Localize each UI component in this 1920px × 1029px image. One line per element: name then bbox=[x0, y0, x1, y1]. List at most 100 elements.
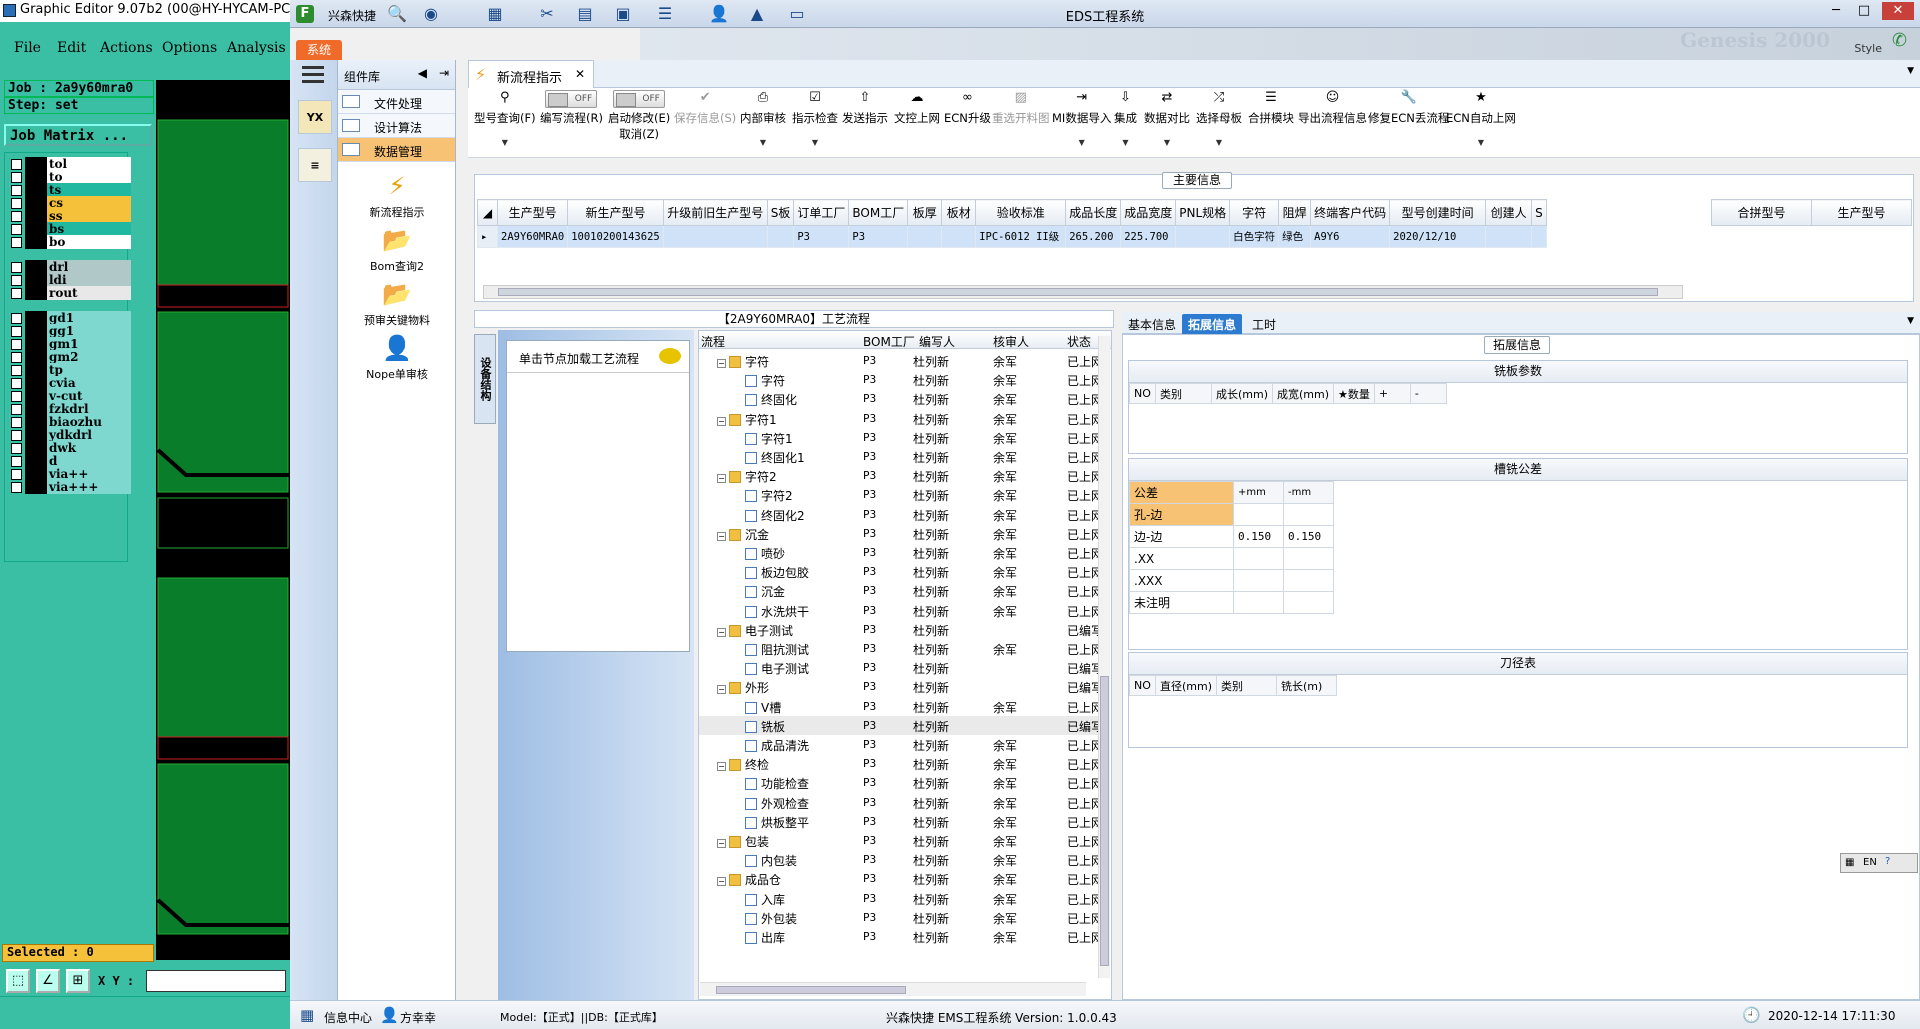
col-header[interactable]: ★数量 bbox=[1333, 383, 1375, 404]
flow-tree-row[interactable]: 出库 P3 杜列新 余军 已上网 bbox=[699, 927, 1101, 946]
layer-checkbox[interactable] bbox=[11, 198, 22, 209]
col-header[interactable]: 型号创建时间 bbox=[1389, 199, 1487, 226]
flow-tree-row[interactable]: − 沉金 P3 杜列新 余军 已上网 bbox=[699, 524, 1101, 543]
calculator-nav-icon[interactable]: ≡ bbox=[298, 148, 332, 182]
col-header[interactable]: PNL规格 bbox=[1175, 199, 1231, 226]
collapse-toggle-icon[interactable]: − bbox=[717, 762, 726, 772]
col-header[interactable]: 板材 bbox=[941, 199, 977, 226]
toolbar-button[interactable]: ✔ 保存信息(S) bbox=[674, 90, 736, 126]
dropdown-arrow-icon[interactable]: ▼ bbox=[1196, 138, 1242, 147]
col-header[interactable]: 阻焊 bbox=[1278, 199, 1312, 226]
collapse-toggle-icon[interactable]: − bbox=[717, 627, 726, 637]
flow-tree-row[interactable]: 终固化1 P3 杜列新 余军 已上网 bbox=[699, 447, 1101, 466]
flow-tree-row[interactable]: 功能检查 P3 杜列新 余军 已上网 bbox=[699, 773, 1101, 792]
tab-dropdown-icon[interactable]: ▼ bbox=[1907, 316, 1914, 326]
layer-row[interactable]: gm2 bbox=[9, 350, 131, 364]
job-matrix-button[interactable]: Job Matrix ... bbox=[4, 124, 152, 146]
tab-new-flow[interactable]: ⚡ 新流程指示 ✕ bbox=[468, 60, 594, 88]
col-header[interactable]: 铣长(m) bbox=[1276, 675, 1338, 696]
tolerance-row[interactable]: .XXX bbox=[1129, 569, 1334, 592]
tolerance-cell[interactable] bbox=[1283, 569, 1334, 592]
minimize-button[interactable]: ─ bbox=[1824, 2, 1848, 20]
col-header[interactable]: S板 bbox=[766, 199, 795, 226]
cell[interactable]: 2A9Y60MRA0 bbox=[496, 225, 569, 248]
layer-checkbox[interactable] bbox=[11, 352, 22, 363]
toolbar-button[interactable]: ★ ECN自动上网 ▼ bbox=[1446, 90, 1516, 147]
layer-row[interactable]: tol bbox=[9, 157, 131, 171]
layer-checkbox[interactable] bbox=[11, 417, 22, 428]
layer-row[interactable]: via++ bbox=[9, 467, 131, 481]
ime-indicator[interactable]: ▦ EN ? bbox=[1840, 853, 1918, 873]
dropdown-arrow-icon[interactable]: ▼ bbox=[740, 138, 786, 147]
system-tab[interactable]: 系统 bbox=[296, 40, 342, 60]
tolerance-cell[interactable]: .XXX bbox=[1129, 569, 1234, 592]
flow-tree-row[interactable]: 沉金 P3 杜列新 余军 已上网 bbox=[699, 581, 1101, 600]
flow-tree-row[interactable]: − 外形 P3 杜列新 已编写 bbox=[699, 677, 1101, 696]
toolbar-button[interactable]: ☑ 指示检查 ▼ bbox=[792, 90, 838, 147]
col-header[interactable]: NO bbox=[1129, 675, 1156, 696]
col-header[interactable]: - bbox=[1409, 383, 1447, 404]
cell[interactable] bbox=[1175, 225, 1231, 248]
dropdown-arrow-icon[interactable]: ▼ bbox=[474, 138, 536, 147]
cell[interactable] bbox=[1485, 225, 1533, 248]
tolerance-cell[interactable]: 孔-边 bbox=[1129, 503, 1234, 526]
col-header[interactable]: 合拼型号 bbox=[1711, 199, 1812, 226]
tolerance-cell[interactable]: 边-边 bbox=[1129, 525, 1234, 548]
grid-apps-icon[interactable]: ▦ bbox=[300, 1006, 314, 1024]
toolbar-button[interactable]: OFF 编写流程(R) bbox=[540, 90, 603, 126]
col-header[interactable]: 类别 bbox=[1216, 675, 1278, 696]
col-header[interactable]: 生产型号 bbox=[1811, 199, 1912, 226]
yx-nav-icon[interactable]: YX bbox=[298, 100, 332, 134]
tab-extended-info[interactable]: 拓展信息 bbox=[1182, 314, 1243, 334]
layer-checkbox[interactable] bbox=[11, 456, 22, 467]
flow-tree-row[interactable]: 烘板整平 P3 杜列新 余军 已上网 bbox=[699, 812, 1101, 831]
graphics-canvas[interactable] bbox=[156, 80, 290, 960]
col-header[interactable]: + bbox=[1373, 383, 1411, 404]
cell[interactable]: P3 bbox=[848, 225, 909, 248]
col-header[interactable]: 升级前旧生产型号 bbox=[662, 199, 768, 226]
layer-checkbox[interactable] bbox=[11, 288, 22, 299]
cell[interactable] bbox=[766, 225, 795, 248]
flow-tree-row[interactable]: 终固化 P3 杜列新 余军 已上网 bbox=[699, 389, 1101, 408]
tolerance-row[interactable]: .XX bbox=[1129, 547, 1334, 570]
flow-tree-row[interactable]: 水洗烘干 P3 杜列新 余军 已上网 bbox=[699, 601, 1101, 620]
tab-work-hours[interactable]: 工时 bbox=[1246, 314, 1282, 334]
tree-vertical-scrollbar[interactable] bbox=[1098, 336, 1110, 978]
tolerance-cell[interactable]: 未注明 bbox=[1129, 591, 1234, 614]
layer-row[interactable]: gd1 bbox=[9, 311, 131, 325]
col-bom[interactable]: BOM工厂 bbox=[863, 333, 915, 350]
layer-checkbox[interactable] bbox=[11, 185, 22, 196]
layer-checkbox[interactable] bbox=[11, 159, 22, 170]
col-header[interactable]: 类别 bbox=[1155, 383, 1212, 404]
flow-tree-row[interactable]: − 电子测试 P3 杜列新 已编写 bbox=[699, 620, 1101, 639]
layer-checkbox[interactable] bbox=[11, 275, 22, 286]
side-tab-structure[interactable]: 设备结构 bbox=[474, 334, 496, 424]
layer-row[interactable]: biaozhu bbox=[9, 415, 131, 429]
hamburger-icon[interactable] bbox=[302, 66, 324, 83]
collapse-arrow-icon[interactable]: ◀ bbox=[418, 66, 427, 80]
col-header[interactable]: 成宽(mm) bbox=[1272, 383, 1335, 404]
flow-tree-row[interactable]: − 成品仓 P3 杜列新 余军 已上网 bbox=[699, 869, 1101, 888]
flow-tree-row[interactable]: 字符2 P3 杜列新 余军 已上网 bbox=[699, 485, 1101, 504]
tolerance-cell[interactable] bbox=[1233, 503, 1284, 526]
tool-new-flow[interactable]: ⚡ 新流程指示 bbox=[338, 172, 456, 220]
col-reviewer[interactable]: 核审人 bbox=[993, 333, 1029, 350]
tree-horizontal-scrollbar[interactable] bbox=[700, 982, 1086, 996]
cell[interactable]: IPC-6012 II级 bbox=[975, 225, 1067, 248]
col-header[interactable]: 成长(mm) bbox=[1210, 383, 1274, 404]
flow-tree-row[interactable]: 内包装 P3 杜列新 余军 已上网 bbox=[699, 850, 1101, 869]
collapse-toggle-icon[interactable]: − bbox=[717, 877, 726, 887]
list-grid-icon[interactable]: ☰ bbox=[654, 4, 676, 24]
cell[interactable]: 265.200 bbox=[1065, 225, 1122, 248]
toolbar-button[interactable]: ⎙ 内部审核 ▼ bbox=[740, 90, 786, 147]
chart-icon[interactable]: ▲ bbox=[746, 4, 768, 24]
tolerance-row[interactable]: 边-边 0.150 0.150 bbox=[1129, 525, 1334, 548]
layer-row[interactable]: gm1 bbox=[9, 337, 131, 351]
table-icon[interactable]: ▦ bbox=[484, 4, 506, 24]
toolbar-button[interactable]: ⇩ 集成 ▼ bbox=[1114, 90, 1137, 147]
flow-tree-row[interactable]: V槽 P3 杜列新 余军 已上网 bbox=[699, 697, 1101, 716]
toolbar-button[interactable]: ⇄ 数据对比 ▼ bbox=[1144, 90, 1190, 147]
layer-row[interactable]: cs bbox=[9, 196, 131, 210]
horizontal-scrollbar[interactable] bbox=[483, 285, 1683, 299]
maximize-button[interactable]: □ bbox=[1852, 2, 1876, 20]
